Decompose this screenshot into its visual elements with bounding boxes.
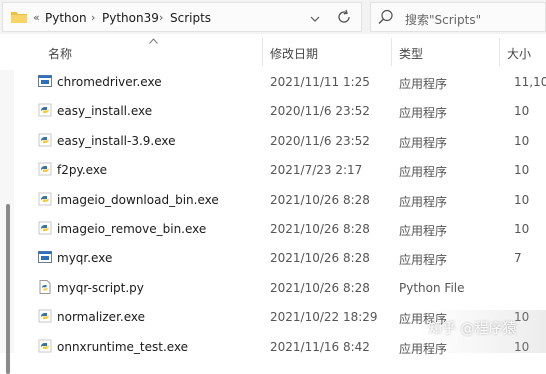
- file-row[interactable]: imageio_download_bin.exe 2021/10/26 8:28 应…: [14, 185, 546, 214]
- python-file-icon: [38, 279, 52, 294]
- breadcrumb-python[interactable]: Python: [45, 11, 87, 25]
- file-type: 应用程序: [399, 194, 448, 209]
- python-exe-icon: [38, 309, 52, 323]
- file-size: 10: [514, 163, 530, 178]
- file-name: f2py.exe: [57, 163, 107, 178]
- file-date: 2021/10/26 8:28: [270, 222, 370, 236]
- breadcrumb-python39[interactable]: Python39: [102, 11, 159, 25]
- file-row[interactable]: imageio_remove_bin.exe 2021/10/26 8:28 应用程…: [14, 214, 546, 243]
- sort-ascending-icon: [149, 37, 158, 47]
- search-icon: [378, 9, 393, 24]
- python-exe-icon: [38, 103, 52, 117]
- file-name: onnxruntime_test.exe: [57, 339, 189, 354]
- watermark: 知乎 @程序猿: [428, 321, 517, 337]
- file-type: 应用程序: [399, 253, 448, 268]
- file-row[interactable]: myqr-script.py 2021/10/26 8:28 Python File: [14, 273, 546, 302]
- file-size: 11,10: [514, 75, 546, 89]
- file-type: Python File: [399, 280, 465, 295]
- python-exe-icon: [38, 133, 52, 147]
- python-exe-icon: [38, 221, 52, 235]
- file-name: normalizer.exe: [57, 310, 145, 325]
- file-row[interactable]: f2py.exe 2021/7/23 2:17 应用程序 10: [14, 155, 546, 184]
- file-date: 2021/11/11 1:25: [270, 75, 370, 89]
- address-bar[interactable]: « Python › Python39 › Scripts: [2, 2, 362, 32]
- file-row[interactable]: myqr.exe 2021/10/26 8:28 应用程序 7: [14, 243, 546, 272]
- file-size: 10: [514, 222, 530, 236]
- column-header: 名称 修改日期 类型 大小: [0, 34, 546, 70]
- file-name: imageio_download_bin.exe: [57, 192, 219, 207]
- app-window-icon: [38, 250, 52, 264]
- app-window-icon: [38, 74, 52, 88]
- file-name: chromedriver.exe: [57, 75, 162, 89]
- file-type: 应用程序: [399, 106, 448, 121]
- refresh-icon[interactable]: [336, 9, 352, 25]
- file-date: 2021/10/26 8:28: [270, 192, 370, 207]
- file-type: 应用程序: [399, 77, 448, 91]
- file-name: myqr.exe: [57, 251, 113, 266]
- python-exe-icon: [38, 339, 52, 353]
- scrollbar-thumb[interactable]: [6, 204, 10, 374]
- python-exe-icon: [38, 192, 52, 206]
- column-divider[interactable]: [499, 38, 500, 66]
- top-bar: « Python › Python39 › Scripts 搜索"Scripts…: [0, 0, 546, 34]
- file-size: 10: [514, 133, 530, 148]
- file-date: 2021/7/23 2:17: [270, 163, 363, 178]
- column-size[interactable]: 大小: [507, 45, 531, 62]
- search-placeholder[interactable]: 搜索"Scripts": [405, 11, 481, 28]
- file-row[interactable]: chromedriver.exe 2021/11/11 1:25 应用程序 11,10: [14, 67, 546, 96]
- navigation-pane-edge: [0, 34, 14, 374]
- column-divider[interactable]: [262, 38, 263, 66]
- file-name: myqr-script.py: [57, 280, 144, 295]
- file-type: 应用程序: [399, 224, 448, 238]
- file-name: easy_install.exe: [57, 104, 153, 119]
- file-date: 2021/10/26 8:28: [270, 280, 370, 295]
- column-type[interactable]: 类型: [399, 45, 423, 62]
- column-divider[interactable]: [391, 38, 392, 66]
- file-date: 2021/10/26 8:28: [270, 251, 370, 266]
- file-date: 2020/11/6 23:52: [270, 104, 370, 119]
- breadcrumb-scripts[interactable]: Scripts: [170, 11, 211, 25]
- file-row[interactable]: easy_install-3.9.exe 2020/11/6 23:52 应用程序 1…: [14, 126, 546, 155]
- breadcrumb-separator[interactable]: ›: [159, 11, 163, 24]
- file-name: easy_install-3.9.exe: [57, 133, 176, 148]
- chevron-down-icon[interactable]: [309, 13, 321, 25]
- file-size: 7: [514, 251, 522, 266]
- breadcrumb-separator[interactable]: ›: [91, 11, 95, 24]
- search-box[interactable]: 搜索"Scripts": [370, 2, 546, 32]
- file-name: imageio_remove_bin.exe: [57, 222, 207, 236]
- python-exe-icon: [38, 162, 52, 176]
- folder-icon: [11, 12, 27, 23]
- file-row[interactable]: easy_install.exe 2020/11/6 23:52 应用程序 10: [14, 96, 546, 125]
- column-date[interactable]: 修改日期: [270, 45, 318, 62]
- file-date: 2020/11/6 23:52: [270, 133, 370, 148]
- file-type: 应用程序: [399, 135, 448, 150]
- column-name[interactable]: 名称: [48, 45, 72, 62]
- file-date: 2021/10/22 18:29: [270, 310, 378, 325]
- file-type: 应用程序: [399, 165, 448, 180]
- file-size: 10: [514, 192, 530, 207]
- file-date: 2021/11/16 8:42: [270, 339, 370, 354]
- file-size: 10: [514, 104, 530, 119]
- breadcrumb-overflow-icon[interactable]: «: [33, 11, 40, 24]
